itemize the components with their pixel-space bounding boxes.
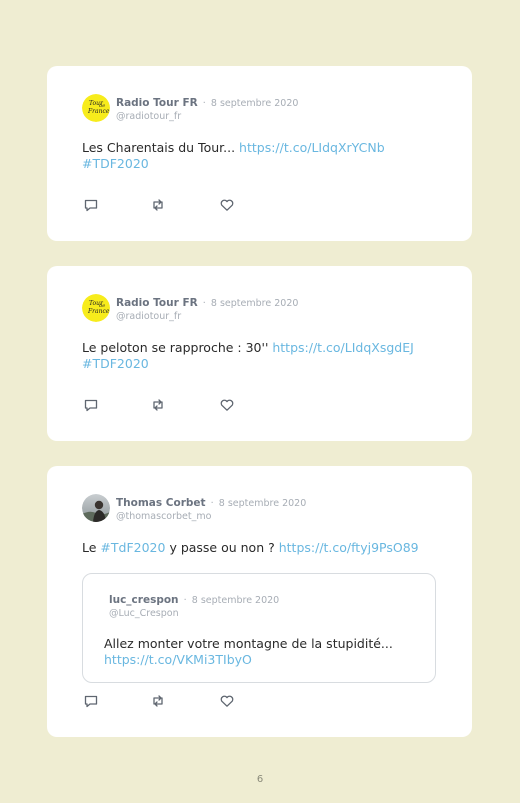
tweet-text-content: Le peloton se rapproche : 30'' — [82, 340, 273, 355]
quoted-author-handle[interactable]: @Luc_Crespon — [109, 607, 279, 620]
author-name[interactable]: Radio Tour FR — [116, 297, 198, 309]
logo-text: France — [87, 308, 110, 315]
author-name[interactable]: Radio Tour FR — [116, 97, 198, 109]
tour-de-france-logo-icon: Tour de France — [82, 94, 110, 122]
avatar[interactable]: Tour de France — [82, 294, 110, 322]
quoted-tweet-date[interactable]: 8 septembre 2020 — [192, 595, 279, 606]
retweet-icon[interactable] — [150, 197, 166, 213]
quoted-tweet[interactable]: luc_crespon · 8 septembre 2020 @Luc_Cres… — [82, 573, 436, 683]
quoted-tweet-link[interactable]: https://t.co/VKMi3TIbyO — [104, 652, 252, 667]
author-handle[interactable]: @thomascorbet_mo — [116, 510, 306, 523]
quoted-tweet-text: Allez monter votre montagne de la stupid… — [104, 636, 424, 667]
tweet-actions — [83, 197, 243, 213]
tweet-card: Tour de France Radio Tour FR · 8 septemb… — [47, 266, 472, 441]
retweet-icon[interactable] — [150, 693, 166, 709]
tweet-link[interactable]: https://t.co/LIdqXsgdEJ — [272, 340, 413, 355]
tweet-header: Radio Tour FR · 8 septembre 2020 @radiot… — [116, 294, 298, 323]
like-icon[interactable] — [219, 693, 235, 709]
tour-de-france-logo-icon: Tour de France — [82, 294, 110, 322]
avatar[interactable]: Tour de France — [82, 94, 110, 122]
tweet-link[interactable]: https://t.co/ftyj9PsO89 — [279, 540, 419, 555]
tweet-actions — [83, 693, 243, 709]
logo-text: France — [87, 108, 110, 115]
tweet-link[interactable]: https://t.co/LIdqXrYCNb — [239, 140, 385, 155]
tweet-text-content: Le — [82, 540, 101, 555]
page-number: 6 — [256, 774, 264, 785]
author-handle[interactable]: @radiotour_fr — [116, 310, 298, 323]
quoted-tweet-header: luc_crespon · 8 septembre 2020 @Luc_Cres… — [109, 591, 279, 620]
tweet-header: Thomas Corbet · 8 septembre 2020 @thomas… — [116, 494, 306, 523]
tweet-date[interactable]: 8 septembre 2020 — [219, 498, 306, 509]
tweet-header: Radio Tour FR · 8 septembre 2020 @radiot… — [116, 94, 298, 123]
tweet-text: Les Charentais du Tour... https://t.co/L… — [82, 140, 442, 171]
tweet-text: Le peloton se rapproche : 30'' https://t… — [82, 340, 442, 371]
tweet-card: Thomas Corbet · 8 septembre 2020 @thomas… — [47, 466, 472, 737]
like-icon[interactable] — [219, 197, 235, 213]
tweet-date[interactable]: 8 septembre 2020 — [211, 98, 298, 109]
separator: · — [202, 98, 206, 109]
user-photo-icon — [82, 494, 110, 522]
separator: · — [210, 498, 214, 509]
retweet-icon[interactable] — [150, 397, 166, 413]
hashtag-link[interactable]: #TdF2020 — [100, 540, 165, 555]
separator: · — [202, 298, 206, 309]
tweet-card: Tour de France Radio Tour FR · 8 septemb… — [47, 66, 472, 241]
quoted-text-content: Allez monter votre montagne de la stupid… — [104, 636, 393, 651]
author-handle[interactable]: @radiotour_fr — [116, 110, 298, 123]
tweet-text: Le #TdF2020 y passe ou non ? https://t.c… — [82, 540, 442, 556]
tweet-actions — [83, 397, 243, 413]
avatar[interactable] — [82, 494, 110, 522]
reply-icon[interactable] — [83, 197, 99, 213]
quoted-author-name[interactable]: luc_crespon — [109, 594, 179, 606]
reply-icon[interactable] — [83, 693, 99, 709]
hashtag-link[interactable]: #TDF2020 — [82, 356, 149, 371]
author-name[interactable]: Thomas Corbet — [116, 497, 206, 509]
tweet-text-content: Les Charentais du Tour... — [82, 140, 240, 155]
reply-icon[interactable] — [83, 397, 99, 413]
hashtag-link[interactable]: #TDF2020 — [82, 156, 149, 171]
separator: · — [183, 595, 187, 606]
like-icon[interactable] — [219, 397, 235, 413]
tweet-text-content: y passe ou non ? — [165, 540, 279, 555]
tweet-date[interactable]: 8 septembre 2020 — [211, 298, 298, 309]
